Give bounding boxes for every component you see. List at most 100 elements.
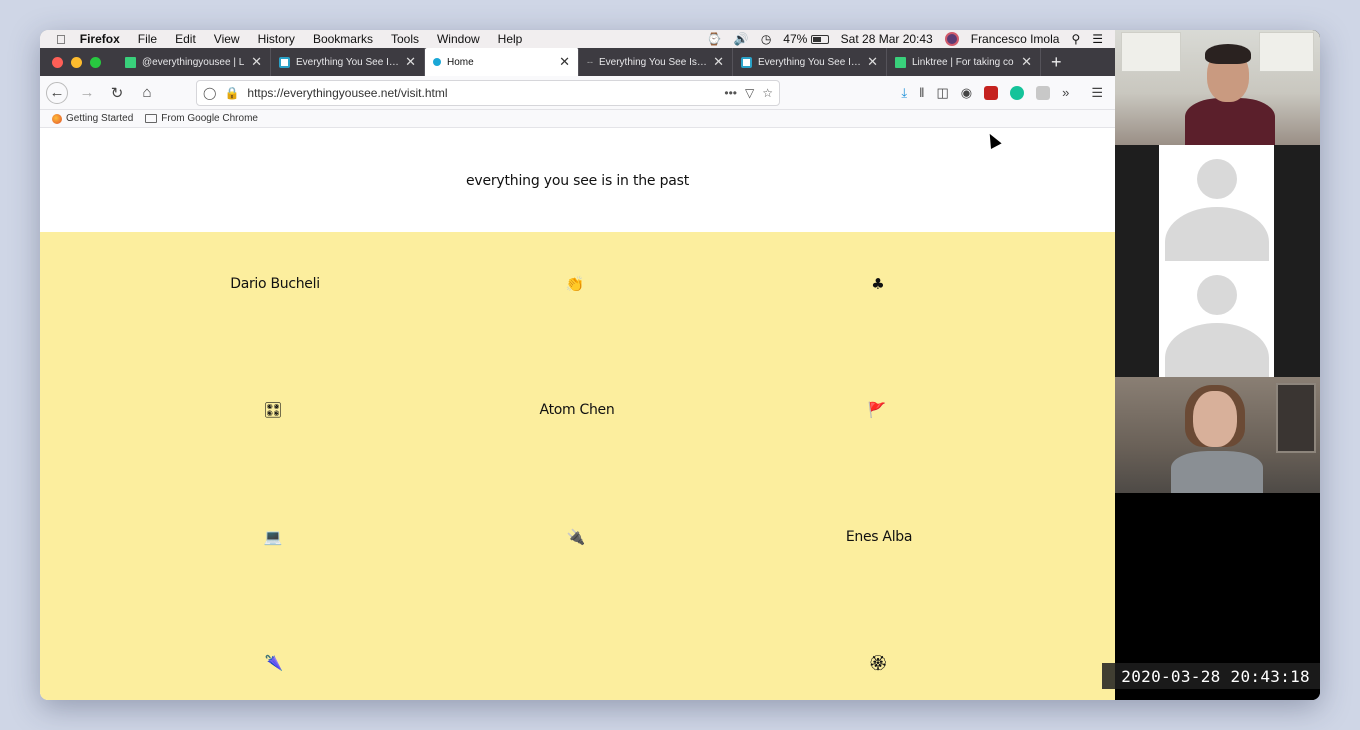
bookmark-star-icon[interactable]: ☆ [762,86,773,100]
wifi-icon[interactable]: ⌚ [707,32,722,46]
participant-video-3 [1115,261,1320,377]
linktree-icon [895,56,906,68]
rosette-icon[interactable]: 🏵 [868,654,887,672]
tab-everything-you-see-1[interactable]: Everything You See Is In ✕ [271,48,425,76]
site-dot-icon [433,58,441,66]
close-tab-icon[interactable]: ✕ [867,54,878,70]
red-flag-icon[interactable]: 🚩 [868,401,887,419]
sidebar-icon[interactable]: ◫ [936,85,948,101]
hamburger-menu-icon[interactable]: ☰ [1091,85,1103,101]
url-text[interactable]: https://everythingyousee.net/visit.html [247,86,716,100]
site-favicon-icon [741,56,752,68]
menu-app-firefox[interactable]: Firefox [80,32,120,46]
lock-icon[interactable]: 🔒 [224,86,239,100]
tab-label: Everything You See Is In [758,56,862,68]
club-icon[interactable]: ♣ [871,275,884,293]
screen-recording:  Firefox File Edit View History Bookmar… [40,30,1320,700]
tab-home[interactable]: Home ✕ [425,48,579,76]
participant-hair [1205,44,1251,64]
user-name[interactable]: Francesco Imola [971,32,1060,46]
grid-name-atom-chen[interactable]: Atom Chen [540,402,615,418]
account-icon[interactable]: ◉ [961,85,972,101]
tab-label: Home [447,56,474,68]
pocket-icon[interactable]: ▽ [745,86,754,100]
bookmark-label: Getting Started [66,113,134,124]
menu-window[interactable]: Window [437,32,480,46]
menu-bookmarks[interactable]: Bookmarks [313,32,373,46]
forward-button[interactable]: → [76,82,98,104]
tab-everything-you-see-3[interactable]: Everything You See Is In ✕ [733,48,887,76]
reload-button[interactable]: ↻ [106,82,128,104]
clock[interactable]: Sat 28 Mar 20:43 [841,32,933,46]
battery-percent: 47% [783,32,808,46]
close-tab-icon[interactable]: ✕ [1021,54,1032,70]
back-button[interactable]: ← [46,81,68,104]
extension-icon[interactable] [1036,85,1051,100]
bookmark-getting-started[interactable]: Getting Started [52,113,133,124]
content-grid: Dario Bucheli 👏 ♣ 🎛 Atom Chen 🚩 💻 🔌 Enes… [40,232,1115,700]
new-tab-button[interactable]: + [1041,48,1072,76]
minimize-window-button[interactable] [71,56,82,68]
battery-icon [810,35,829,45]
downloads-icon[interactable]: ⤓ [901,85,907,101]
page-actions-button[interactable]: ••• [724,86,737,100]
close-tab-icon[interactable]: ✕ [559,54,570,70]
avatar-placeholder-body [1165,207,1269,261]
default-avatar-card [1159,145,1274,261]
home-button[interactable]: ⌂ [136,82,158,104]
menu-view[interactable]: View [214,32,240,46]
site-favicon-icon [279,56,290,68]
participant-body [1185,98,1275,145]
notification-center-icon[interactable]: ☰ [1092,32,1103,46]
menu-edit[interactable]: Edit [175,32,196,46]
laptop-icon[interactable]: 💻 [264,528,283,546]
electric-plug-icon[interactable]: 🔌 [567,528,586,546]
bookmark-from-google-chrome[interactable]: From Google Chrome [145,113,258,124]
tab-everything-you-see-2[interactable]: -- Everything You See Is In ✕ [579,48,733,76]
url-bar[interactable]: ◯ 🔒 https://everythingyousee.net/visit.h… [196,79,780,106]
pdf-extension-icon[interactable] [984,85,999,100]
participant-face [1193,391,1237,447]
web-page: everything you see is in the past Dario … [40,129,1115,700]
grammarly-icon[interactable] [1010,85,1025,100]
status-area: ⌚ 🔊 ◷ 47% Sat 28 Mar 20:43 Francesco Imo… [707,32,1115,46]
menu-history[interactable]: History [258,32,295,46]
page-title: everything you see is in the past [465,172,690,189]
tab-label: Everything You See Is In [599,56,708,68]
menu-tools[interactable]: Tools [391,32,419,46]
bookmarks-bar: Getting Started From Google Chrome [40,110,1115,128]
loading-dash-icon: -- [587,56,593,67]
close-tab-icon[interactable]: ✕ [713,54,724,70]
window-frame [1276,383,1316,453]
zoom-window-button[interactable] [90,56,101,68]
participant-video-2 [1115,145,1320,261]
tab-label: Linktree | For taking co [912,56,1014,68]
tab-linktree-home[interactable]: Linktree | For taking co ✕ [887,48,1041,76]
recording-timestamp: 2020-03-28 20:43:18 [1102,663,1320,689]
user-avatar-icon [944,32,959,46]
time-machine-icon[interactable]: ◷ [761,32,771,46]
volume-icon[interactable]: 🔊 [734,32,749,46]
control-knobs-icon[interactable]: 🎛 [263,401,282,419]
umbrella-icon[interactable]: 🌂 [265,654,284,672]
avatar-placeholder-icon [1197,275,1237,315]
grid-name-enes-alba[interactable]: Enes Alba [846,529,913,545]
grid-name-dario-bucheli[interactable]: Dario Bucheli [230,276,320,292]
menu-file[interactable]: File [138,32,157,46]
bookmark-label: From Google Chrome [161,113,258,124]
firefox-icon [52,113,62,124]
library-icon[interactable]: ‖ [919,85,924,100]
clapping-hands-icon[interactable]: 👏 [566,275,585,293]
participant-video-1 [1115,30,1320,145]
tracking-protection-icon[interactable]: ◯ [203,86,216,100]
tab-linktree-everythingyousee[interactable]: @everythingyousee | L ✕ [117,48,271,76]
close-tab-icon[interactable]: ✕ [405,54,416,70]
more-extensions-icon[interactable]: » [1062,85,1069,100]
close-window-button[interactable] [52,56,63,68]
battery-status[interactable]: 47% [783,32,829,46]
apple-menu-icon[interactable]:  [56,32,66,47]
kitchen-cabinet [1121,32,1181,72]
spotlight-icon[interactable]: ⚲ [1071,32,1080,46]
close-tab-icon[interactable]: ✕ [251,54,262,70]
menu-help[interactable]: Help [498,32,523,46]
